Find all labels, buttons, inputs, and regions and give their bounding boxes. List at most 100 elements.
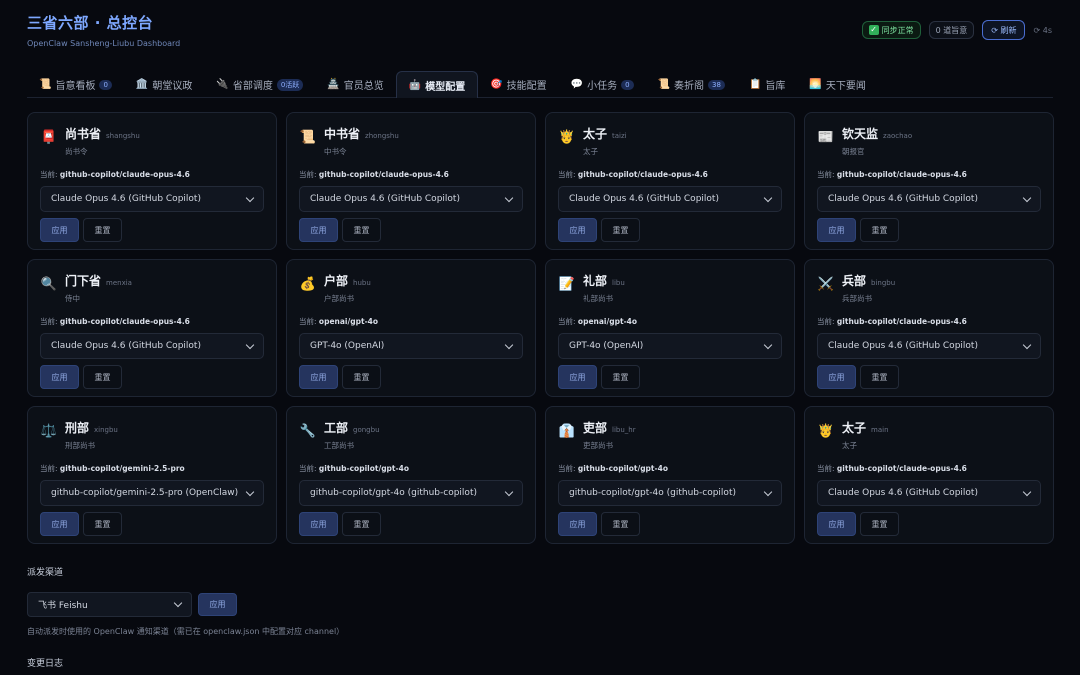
- tab-2[interactable]: 🔌 省部调度 0活跃: [204, 71, 315, 98]
- tab-9[interactable]: 🌅 天下要闻: [797, 71, 877, 98]
- reset-button[interactable]: 重置: [83, 218, 122, 242]
- tab-label: 小任务: [587, 81, 618, 92]
- apply-button[interactable]: 应用: [299, 365, 338, 389]
- reset-button[interactable]: 重置: [83, 512, 122, 536]
- agent-id: xingbu: [94, 426, 118, 434]
- model-select[interactable]: github-copilot/gpt-4o (github-copilot): [299, 480, 523, 506]
- reset-button[interactable]: 重置: [601, 218, 640, 242]
- apply-button[interactable]: 应用: [40, 365, 79, 389]
- refresh-button[interactable]: ⟳ 刷新: [982, 20, 1026, 40]
- current-model: 当前: github-copilot/claude-opus-4.6: [817, 463, 1041, 474]
- model-select[interactable]: Claude Opus 4.6 (GitHub Copilot): [40, 186, 264, 212]
- pending-count-badge: 0 道旨意: [928, 21, 975, 39]
- sync-status-label: 同步正常: [881, 25, 914, 35]
- agent-card-hubu: 💰 户部 hubu 户部尚书 当前: openai/gpt-4o GPT-4o (…: [286, 259, 536, 397]
- model-select[interactable]: Claude Opus 4.6 (GitHub Copilot): [299, 186, 523, 212]
- agent-role: 中书令: [324, 147, 347, 156]
- current-model: 当前: github-copilot/claude-opus-4.6: [40, 169, 264, 180]
- agent-name-text: 户部: [324, 274, 349, 288]
- dispatch-channel-select[interactable]: 飞书 Feishu: [27, 592, 192, 617]
- agent-icon: 👔: [558, 424, 576, 439]
- agent-id: menxia: [106, 279, 132, 287]
- apply-button[interactable]: 应用: [299, 218, 338, 242]
- apply-button[interactable]: 应用: [40, 218, 79, 242]
- agent-role: 吏部尚书: [583, 441, 613, 450]
- reset-button[interactable]: 重置: [860, 512, 899, 536]
- current-model-value: openai/gpt-4o: [577, 317, 638, 326]
- model-select[interactable]: GPT-4o (OpenAI): [558, 333, 782, 359]
- reset-button[interactable]: 重置: [342, 365, 381, 389]
- model-select[interactable]: github-copilot/gpt-4o (github-copilot): [558, 480, 782, 506]
- reset-button[interactable]: 重置: [601, 512, 640, 536]
- card-header: 💰 户部 hubu 户部尚书: [299, 272, 523, 304]
- tab-8[interactable]: 📋 旨库: [737, 71, 797, 98]
- card-header: 📝 礼部 libu 礼部尚书: [558, 272, 782, 304]
- current-model: 当前: github-copilot/gemini-2.5-pro: [40, 463, 264, 474]
- apply-button[interactable]: 应用: [558, 365, 597, 389]
- dispatch-apply-button[interactable]: 应用: [198, 593, 237, 616]
- agent-id: shangshu: [106, 132, 140, 140]
- tab-6[interactable]: 💬 小任务 0: [559, 71, 646, 98]
- model-select[interactable]: Claude Opus 4.6 (GitHub Copilot): [817, 186, 1041, 212]
- reset-button[interactable]: 重置: [601, 365, 640, 389]
- model-select[interactable]: Claude Opus 4.6 (GitHub Copilot): [558, 186, 782, 212]
- current-prefix: 当前:: [558, 317, 578, 326]
- model-select-value: github-copilot/gpt-4o (github-copilot): [310, 488, 477, 498]
- agent-title-block: 门下省 menxia 侍中: [65, 272, 132, 304]
- apply-button[interactable]: 应用: [299, 512, 338, 536]
- card-actions: 应用 重置: [817, 512, 1041, 536]
- sync-status-badge: ✓ 同步正常: [861, 21, 921, 39]
- apply-button[interactable]: 应用: [817, 218, 856, 242]
- agent-name-text: 钦天监: [842, 127, 879, 141]
- dispatch-channel-value: 飞书 Feishu: [38, 601, 88, 611]
- current-model-value: github-copilot/claude-opus-4.6: [59, 170, 190, 179]
- apply-button[interactable]: 应用: [817, 512, 856, 536]
- reset-button[interactable]: 重置: [83, 365, 122, 389]
- card-header: 🔍 门下省 menxia 侍中: [40, 272, 264, 304]
- tab-7[interactable]: 📜 奏折阁 38: [646, 71, 737, 98]
- reset-button[interactable]: 重置: [342, 218, 381, 242]
- model-select[interactable]: Claude Opus 4.6 (GitHub Copilot): [40, 333, 264, 359]
- agent-role: 朝报官: [842, 147, 865, 156]
- current-model: 当前: github-copilot/claude-opus-4.6: [40, 316, 264, 327]
- current-prefix: 当前:: [40, 317, 60, 326]
- current-prefix: 当前:: [817, 464, 837, 473]
- agent-role: 太子: [583, 147, 598, 156]
- tab-4[interactable]: 🤖 模型配置: [395, 71, 479, 98]
- page-subtitle: OpenClaw Sansheng-Liubu Dashboard: [27, 39, 181, 48]
- apply-button[interactable]: 应用: [558, 218, 597, 242]
- agent-title-block: 尚书省 shangshu 尚书令: [65, 125, 140, 157]
- agent-name-text: 吏部: [583, 421, 608, 435]
- tab-icon: 💬: [570, 79, 584, 90]
- tab-label: 省部调度: [232, 81, 273, 92]
- apply-button[interactable]: 应用: [558, 512, 597, 536]
- chevron-down-icon: [763, 487, 773, 496]
- tab-0[interactable]: 📜 旨意看板 0: [27, 71, 124, 98]
- agent-id: zaochao: [883, 132, 913, 140]
- current-model: 当前: openai/gpt-4o: [558, 316, 782, 327]
- agent-title-block: 太子 main 太子: [842, 419, 889, 451]
- agent-name: 户部 hubu: [324, 272, 371, 289]
- tab-5[interactable]: 🎯 技能配置: [478, 71, 558, 98]
- tab-1[interactable]: 🏛️ 朝堂议政: [124, 71, 204, 98]
- model-select[interactable]: Claude Opus 4.6 (GitHub Copilot): [817, 480, 1041, 506]
- tab-icon: 🏯: [327, 79, 340, 90]
- agent-icon: ⚖️: [40, 424, 58, 439]
- reset-button[interactable]: 重置: [860, 365, 899, 389]
- reset-button[interactable]: 重置: [342, 512, 381, 536]
- current-model: 当前: github-copilot/claude-opus-4.6: [299, 169, 523, 180]
- header-actions: ✓ 同步正常 0 道旨意 ⟳ 刷新 ⟳ 4s: [861, 20, 1052, 40]
- apply-button[interactable]: 应用: [40, 512, 79, 536]
- card-actions: 应用 重置: [299, 365, 523, 389]
- agent-name: 兵部 bingbu: [842, 272, 895, 289]
- agent-role: 侍中: [65, 294, 80, 303]
- agent-role: 刑部尚书: [65, 441, 95, 450]
- tab-3[interactable]: 🏯 官员总览: [315, 71, 395, 98]
- model-select[interactable]: Claude Opus 4.6 (GitHub Copilot): [817, 333, 1041, 359]
- model-select-value: Claude Opus 4.6 (GitHub Copilot): [310, 194, 460, 204]
- apply-button[interactable]: 应用: [817, 365, 856, 389]
- reset-button[interactable]: 重置: [860, 218, 899, 242]
- agent-title-block: 礼部 libu 礼部尚书: [583, 272, 625, 304]
- model-select[interactable]: GPT-4o (OpenAI): [299, 333, 523, 359]
- model-select[interactable]: github-copilot/gemini-2.5-pro (OpenClaw): [40, 480, 264, 506]
